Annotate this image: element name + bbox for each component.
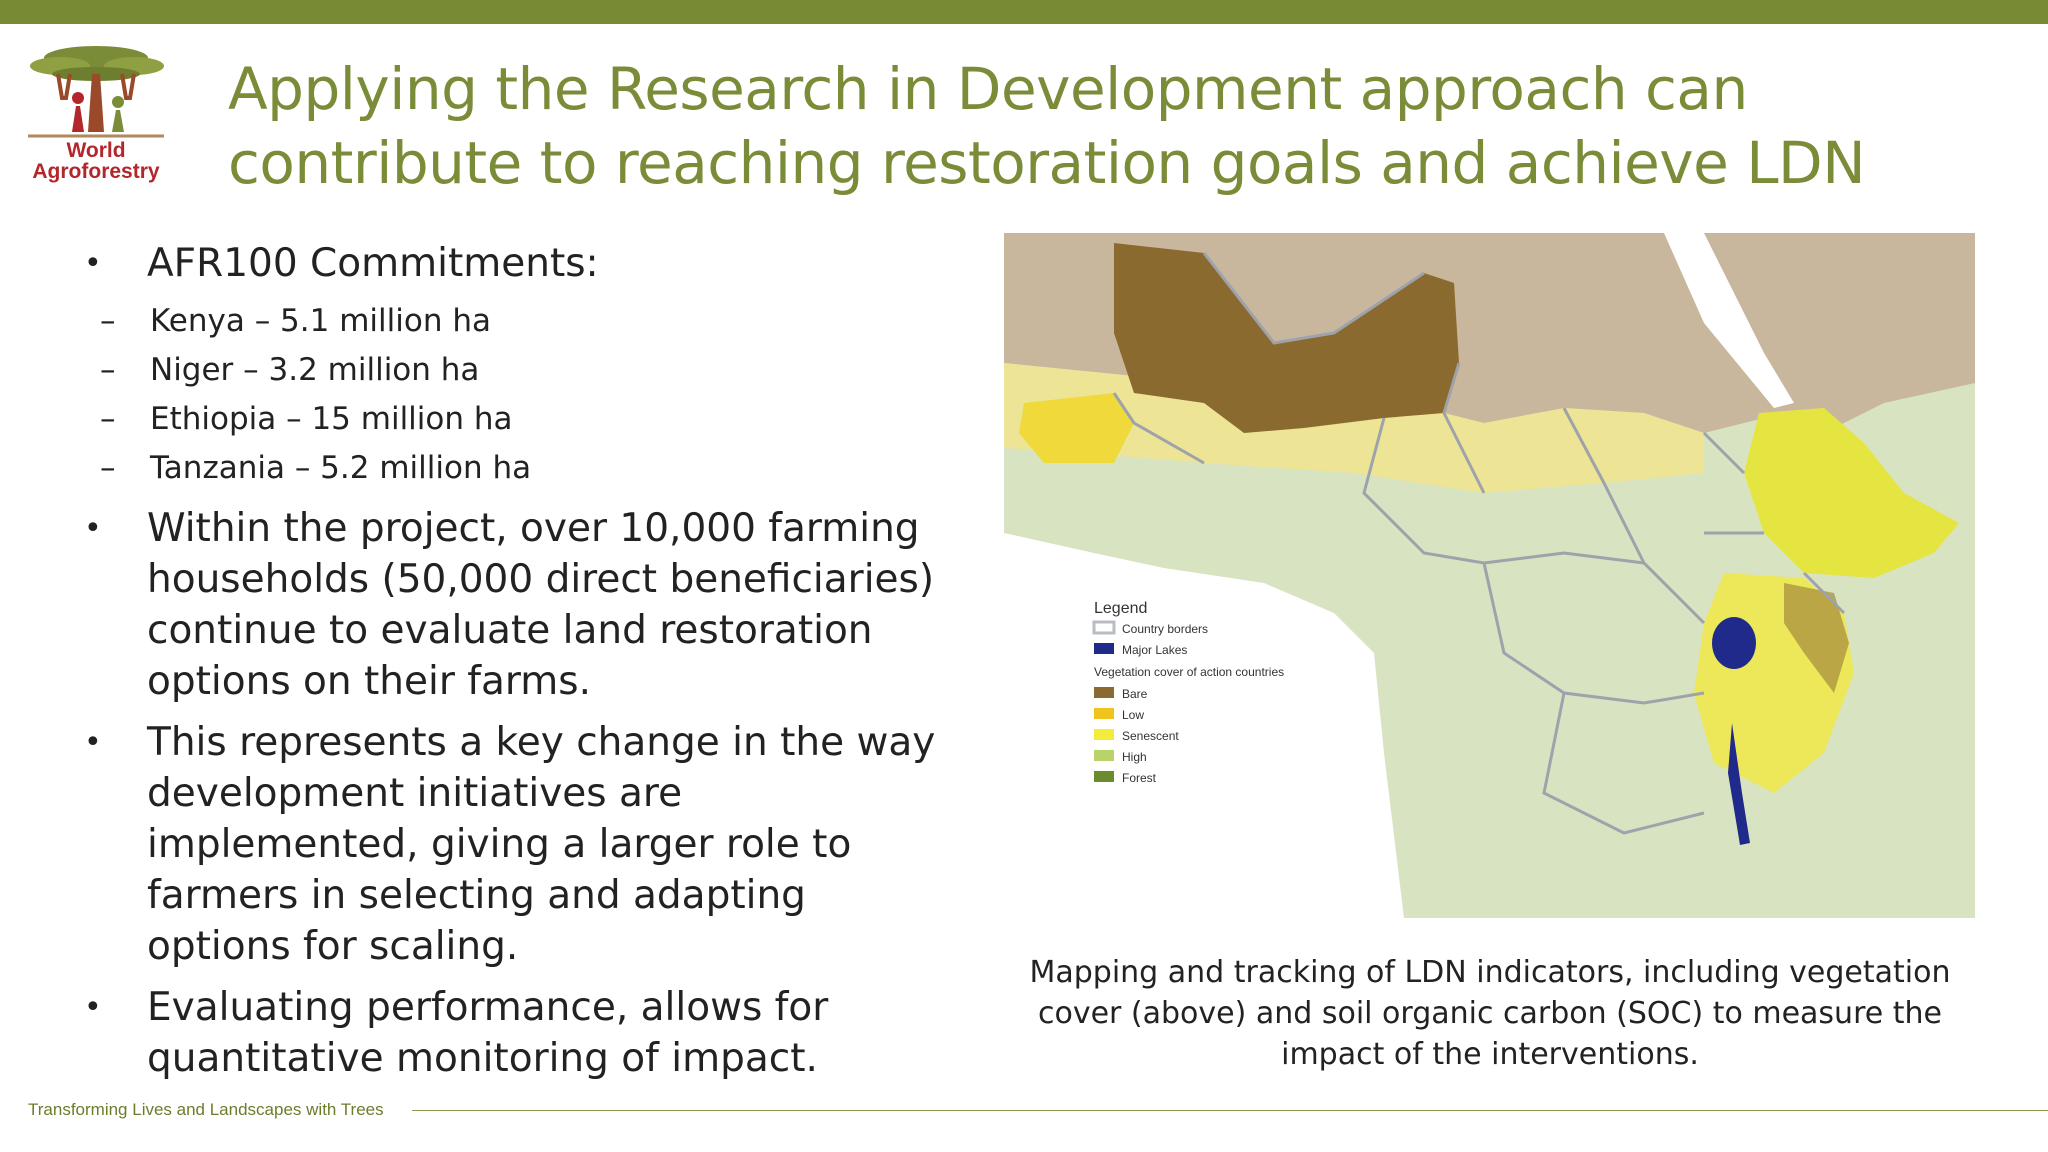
legend-swatch [1094, 687, 1114, 698]
title-line-2: contribute to reaching restoration goals… [228, 129, 1866, 197]
footer-tagline: Transforming Lives and Landscapes with T… [28, 1100, 384, 1119]
legend-label: Major Lakes [1122, 643, 1187, 657]
sub-bullet-text: Kenya – 5.1 million ha [150, 303, 491, 339]
logo-text-world: World [66, 139, 126, 162]
bullet-text: This represents a key change in the way … [147, 720, 936, 969]
world-agroforestry-logo: World Agroforestry [22, 40, 170, 190]
bullet-list: • AFR100 Commitments: – Kenya – 5.1 mill… [84, 238, 944, 1094]
legend-swatch [1094, 729, 1114, 740]
legend-label: High [1122, 750, 1147, 764]
dash-icon: – [100, 450, 116, 486]
bullet-text: Within the project, over 10,000 farming … [147, 506, 935, 704]
bullet-dot-icon: • [84, 725, 102, 760]
sub-bullet-text: Ethiopia – 15 million ha [150, 401, 513, 437]
map-low-westafrica [1019, 393, 1134, 463]
sub-bullet-niger: – Niger – 3.2 million ha [21, 346, 944, 395]
legend-label: Forest [1122, 771, 1157, 785]
sub-bullet-tanzania: – Tanzania – 5.2 million ha [21, 444, 944, 493]
bullet-text: AFR100 Commitments: [147, 241, 599, 286]
tree-logo-icon [28, 46, 164, 138]
sub-bullet-text: Tanzania – 5.2 million ha [150, 450, 532, 486]
dash-icon: – [100, 352, 116, 388]
sub-bullet-ethiopia: – Ethiopia – 15 million ha [21, 395, 944, 444]
legend-swatch [1094, 771, 1114, 782]
bullet-dot-icon: • [84, 246, 102, 281]
legend-label: Country borders [1122, 622, 1208, 636]
legend-label: Low [1122, 708, 1144, 722]
dash-icon: – [100, 401, 116, 437]
bullet-project-households: • Within the project, over 10,000 farmin… [84, 503, 944, 707]
legend-label: Senescent [1122, 729, 1179, 743]
commitments-sublist: – Kenya – 5.1 million ha – Niger – 3.2 m… [84, 297, 944, 493]
logo-text-agroforestry: Agroforestry [32, 160, 160, 183]
map-caption: Mapping and tracking of LDN indicators, … [1029, 955, 1951, 1072]
top-accent-bar [0, 0, 2048, 24]
legend-label: Vegetation cover of action countries [1094, 665, 1284, 679]
bullet-dot-icon: • [84, 990, 102, 1025]
bullet-afr100: • AFR100 Commitments: [84, 238, 944, 289]
title-line-1: Applying the Research in Development app… [228, 55, 1748, 123]
bullet-evaluating-performance: • Evaluating performance, allows for qua… [84, 982, 944, 1084]
dash-icon: – [100, 303, 116, 339]
map-lake-victoria [1712, 617, 1756, 669]
bullet-dot-icon: • [84, 511, 102, 546]
sub-bullet-text: Niger – 3.2 million ha [150, 352, 480, 388]
sub-bullet-kenya: – Kenya – 5.1 million ha [21, 297, 944, 346]
vegetation-cover-map: Legend Country borders Major Lakes Vegetat… [1004, 233, 1975, 918]
slide-title: Applying the Research in Development app… [228, 52, 1866, 200]
legend-swatch [1094, 643, 1114, 654]
legend-title: Legend [1094, 600, 1147, 617]
bullet-text: Evaluating performance, allows for quant… [147, 985, 829, 1081]
footer-divider [412, 1110, 2048, 1111]
legend-swatch [1094, 750, 1114, 761]
legend-swatch [1094, 708, 1114, 719]
bullet-key-change: • This represents a key change in the wa… [84, 717, 944, 972]
legend-label: Bare [1122, 687, 1148, 701]
